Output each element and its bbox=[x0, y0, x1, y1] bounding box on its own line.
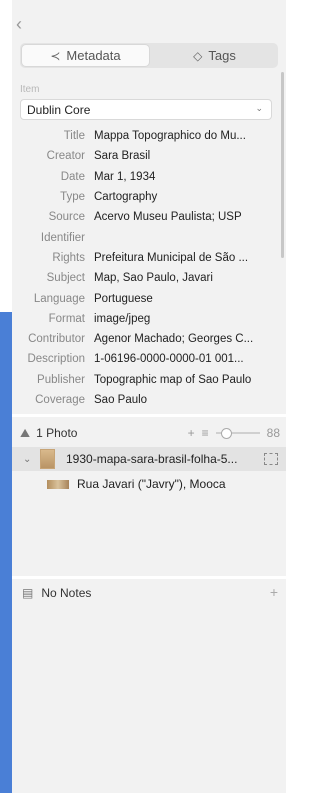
photo-icon: ⛰ bbox=[20, 425, 31, 440]
metadata-value[interactable]: image/jpeg bbox=[94, 313, 286, 325]
selection-name: Rua Javari ("Javry"), Mooca bbox=[77, 477, 226, 491]
metadata-key: Date bbox=[60, 170, 85, 183]
metadata-row[interactable]: Contributor Agenor Machado; Georges C... bbox=[12, 329, 286, 349]
metadata-fields: Title Mappa Topographico do Mu... Creator S… bbox=[12, 126, 286, 410]
grid-icon: 88 bbox=[266, 426, 280, 440]
metadata-row[interactable]: Rights Prefeitura Municipal de São ... bbox=[12, 248, 286, 268]
metadata-value[interactable]: 1-06196-0000-0000-01 001... bbox=[94, 353, 286, 365]
photo-list-item[interactable]: ⌄ 1930-mapa-sara-brasil-folha-5... bbox=[12, 447, 286, 471]
share-nodes-icon: ≺ bbox=[50, 48, 61, 63]
metadata-key: Type bbox=[60, 191, 85, 204]
selection-icon[interactable] bbox=[264, 453, 278, 465]
chevron-left-icon: ‹ bbox=[16, 14, 22, 34]
metadata-value[interactable]: Mappa Topographico do Mu... bbox=[94, 130, 286, 142]
add-photo-button[interactable]: + bbox=[188, 426, 195, 440]
metadata-key: Creator bbox=[46, 150, 85, 163]
metadata-row[interactable]: Creator Sara Brasil bbox=[12, 146, 286, 166]
chevron-down-icon: ⌄ bbox=[255, 103, 263, 113]
metadata-row[interactable]: Date Mar 1, 1934 bbox=[12, 167, 286, 187]
tab-metadata-label: Metadata bbox=[66, 48, 121, 63]
metadata-row[interactable]: Format image/jpeg bbox=[12, 309, 286, 329]
metadata-key: Coverage bbox=[35, 394, 85, 406]
metadata-value[interactable]: Topographic map of Sao Paulo bbox=[94, 374, 286, 386]
item-section-label: Item bbox=[20, 84, 40, 95]
metadata-value[interactable]: Agenor Machado; Georges C... bbox=[94, 333, 286, 345]
metadata-key: Subject bbox=[46, 272, 85, 285]
metadata-value[interactable]: Acervo Museu Paulista; USP bbox=[94, 211, 286, 223]
metadata-key: Format bbox=[48, 312, 85, 325]
metadata-row[interactable]: Type Cartography bbox=[12, 187, 286, 207]
metadata-schema-value: Dublin Core bbox=[27, 102, 91, 117]
metadata-value[interactable]: Sara Brasil bbox=[94, 150, 286, 162]
metadata-value[interactable]: Prefeitura Municipal de São ... bbox=[94, 252, 286, 264]
metadata-schema-select[interactable]: Dublin Core ⌄ bbox=[20, 99, 272, 120]
metadata-key: Identifier bbox=[40, 231, 85, 244]
photo-selection-item[interactable]: Rua Javari ("Javry"), Mooca bbox=[12, 474, 286, 494]
add-note-button[interactable]: + bbox=[270, 584, 278, 600]
note-icon: ▤ bbox=[22, 586, 34, 600]
metadata-row[interactable]: Publisher Topographic map of Sao Paulo bbox=[12, 370, 286, 390]
chevron-down-icon[interactable]: ⌄ bbox=[23, 454, 37, 465]
metadata-value[interactable]: Sao Paulo bbox=[94, 394, 286, 406]
inspector-tabs: ≺ Metadata ◇ Tags bbox=[20, 43, 278, 68]
metadata-row[interactable]: Coverage Sao Paulo bbox=[12, 390, 286, 410]
tab-metadata[interactable]: ≺ Metadata bbox=[22, 45, 149, 66]
photo-thumbnail bbox=[40, 449, 55, 469]
notes-header: ▤ No Notes + bbox=[12, 582, 286, 604]
slider-knob[interactable] bbox=[220, 428, 232, 439]
metadata-key: Description bbox=[27, 353, 85, 366]
list-icon: ≡ bbox=[201, 426, 209, 440]
metadata-key: Contributor bbox=[28, 333, 85, 346]
selection-thumbnail bbox=[47, 479, 69, 489]
metadata-key: Title bbox=[63, 130, 85, 143]
thumbnail-size-slider[interactable] bbox=[215, 428, 260, 439]
photo-name: 1930-mapa-sara-brasil-folha-5... bbox=[66, 452, 238, 466]
back-button[interactable]: ‹ bbox=[16, 14, 22, 34]
metadata-key: Language bbox=[33, 292, 85, 305]
tag-icon: ◇ bbox=[193, 48, 203, 63]
notes-label: No Notes bbox=[41, 586, 92, 600]
metadata-value[interactable]: Portuguese bbox=[94, 293, 286, 305]
section-divider bbox=[12, 576, 286, 579]
tab-tags-label: Tags bbox=[208, 48, 236, 63]
metadata-row[interactable]: Subject Map, Sao Paulo, Javari bbox=[12, 268, 286, 288]
metadata-row[interactable]: Description 1-06196-0000-0000-01 001... bbox=[12, 349, 286, 369]
metadata-key: Rights bbox=[52, 251, 85, 264]
metadata-value[interactable]: Mar 1, 1934 bbox=[94, 171, 286, 183]
metadata-row[interactable]: Language Portuguese bbox=[12, 288, 286, 308]
tab-tags[interactable]: ◇ Tags bbox=[151, 43, 278, 68]
metadata-value[interactable]: Cartography bbox=[94, 191, 286, 203]
photos-header: ⛰ 1 Photo + ≡ 88 bbox=[12, 420, 286, 446]
metadata-row[interactable]: Title Mappa Topographico do Mu... bbox=[12, 126, 286, 146]
section-divider bbox=[12, 414, 286, 417]
metadata-key: Publisher bbox=[37, 373, 85, 386]
metadata-row[interactable]: Source Acervo Museu Paulista; USP bbox=[12, 207, 286, 227]
metadata-row[interactable]: Identifier bbox=[12, 227, 286, 247]
metadata-key: Source bbox=[48, 211, 85, 224]
window-edge-accent bbox=[0, 312, 12, 793]
metadata-value[interactable]: Map, Sao Paulo, Javari bbox=[94, 272, 286, 284]
photos-toolbar: + ≡ 88 bbox=[188, 426, 280, 440]
photos-count: 1 Photo bbox=[36, 426, 78, 440]
